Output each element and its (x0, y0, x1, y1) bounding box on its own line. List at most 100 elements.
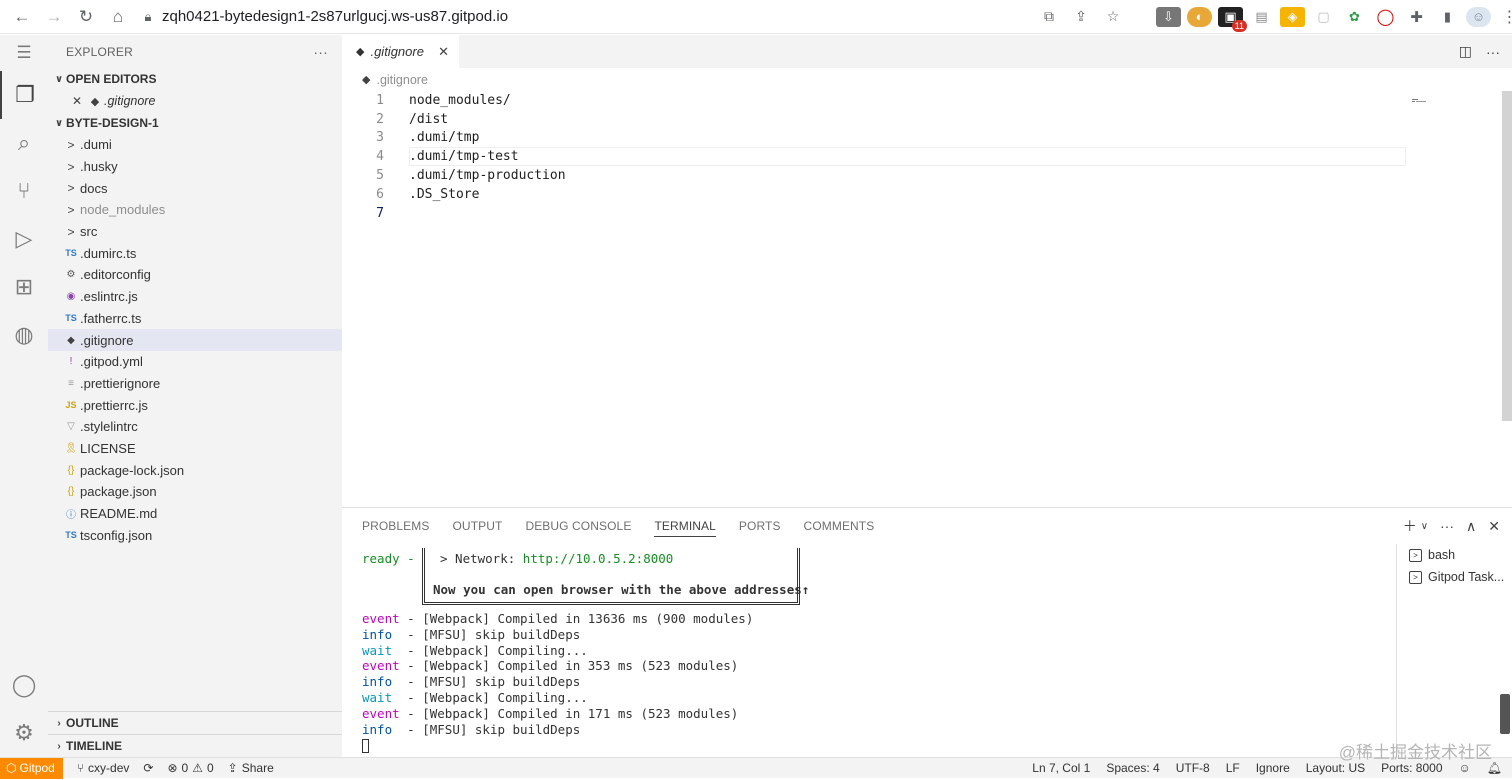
editor-more-icon[interactable]: ··· (1486, 44, 1500, 60)
breadcrumb[interactable]: ◆ .gitignore (342, 68, 1512, 91)
file-item[interactable]: ⓘ README.md (48, 503, 342, 525)
extensions-icon[interactable]: ⊞ (0, 263, 48, 311)
account-icon[interactable]: ◯ (0, 661, 48, 709)
cursor-position[interactable]: Ln 7, Col 1 (1032, 761, 1090, 775)
file-item[interactable]: TS tsconfig.json (48, 524, 342, 546)
folder-item[interactable]: > .dumi (48, 134, 342, 156)
explorer-more-icon[interactable]: ··· (313, 44, 328, 60)
folder-item[interactable]: > node_modules (48, 199, 342, 221)
folder-item[interactable]: > src (48, 221, 342, 243)
side-panel-icon[interactable]: ▮ (1435, 7, 1460, 27)
code-line[interactable]: 6 .DS_Store (342, 185, 1406, 204)
terminal-dropdown-icon[interactable]: ∨ (1421, 521, 1428, 532)
home-button[interactable]: ⌂ (102, 2, 134, 32)
explorer-files-icon[interactable]: ❐ (0, 71, 48, 119)
address-bar[interactable]: 🔒︎ zqh0421-bytedesign1-2s87urlgucj.ws-us… (136, 2, 1126, 32)
split-editor-icon[interactable]: ◫ (1459, 43, 1472, 60)
code-line[interactable]: 3 .dumi/tmp (342, 129, 1406, 148)
timeline-section[interactable]: › TIMELINE (48, 734, 342, 757)
file-item[interactable]: ◆ .gitignore (48, 329, 342, 351)
file-item[interactable]: ▽ .stylelintrc (48, 416, 342, 438)
terminal-output[interactable]: ready - > Network: http://10.0.5.2:8000 … (362, 548, 1392, 753)
code-line[interactable]: 4 .dumi/tmp-test (342, 147, 1406, 166)
folder-item[interactable]: > docs (48, 177, 342, 199)
close-tab-icon[interactable]: ✕ (438, 44, 449, 60)
colorful-extension-icon[interactable]: ◐ (1187, 6, 1212, 27)
settings-gear-icon[interactable]: ⚙ (0, 709, 48, 757)
orange-extension-icon[interactable]: ◈ (1280, 6, 1305, 27)
source-control-icon[interactable]: ⑂ (0, 167, 48, 215)
bookmark-star-icon[interactable]: ☆ (1100, 8, 1126, 25)
code-editor[interactable]: 1 node_modules/2/dist 3 .dumi/tmp 4 .dumi/tmp… (342, 91, 1406, 223)
reload-button[interactable]: ↻ (70, 2, 102, 32)
language-mode[interactable]: Ignore (1256, 761, 1290, 775)
back-button[interactable]: ← (6, 2, 38, 32)
green-extension-icon[interactable]: ✿ (1342, 7, 1367, 27)
close-panel-icon[interactable]: ✕ (1488, 518, 1500, 535)
indentation[interactable]: Spaces: 4 (1106, 761, 1159, 775)
maximize-panel-icon[interactable]: ∧ (1466, 518, 1476, 535)
sync-status[interactable]: ⟳ (143, 761, 153, 775)
minimap[interactable] (1412, 92, 1428, 102)
share-status[interactable]: ⇪ Share (228, 761, 274, 775)
share-icon[interactable]: ⇪ (1068, 8, 1094, 25)
project-folder-header[interactable]: ∨ BYTE-DESIGN-1 (48, 112, 342, 134)
feedback-icon[interactable]: ☺ (1459, 761, 1471, 775)
code-line[interactable]: 1 node_modules/ (342, 91, 1406, 110)
terminal-scrollbar[interactable] (1500, 694, 1510, 734)
file-item[interactable]: 🎗 LICENSE (48, 438, 342, 460)
install-app-icon[interactable]: ⧉ (1036, 8, 1062, 25)
terminal-item-bash[interactable]: > bash (1397, 544, 1512, 566)
panel-tab-output[interactable]: OUTPUT (453, 508, 503, 544)
file-item[interactable]: ≡ .prettierignore (48, 373, 342, 395)
ports-status[interactable]: Ports: 8000 (1381, 761, 1442, 775)
file-item[interactable]: ! .gitpod.yml (48, 351, 342, 373)
document-extension-icon[interactable]: ▤ (1249, 7, 1274, 27)
file-item[interactable]: {} package-lock.json (48, 459, 342, 481)
panel-tab-ports[interactable]: PORTS (739, 508, 781, 544)
forward-button[interactable]: → (38, 2, 70, 32)
close-icon[interactable]: ✕ (72, 94, 86, 108)
file-item[interactable]: {} package.json (48, 481, 342, 503)
network-url[interactable]: http://10.0.5.2:8000 (523, 551, 674, 566)
puzzle-extensions-icon[interactable]: ✚ (1404, 7, 1429, 27)
file-item[interactable]: TS .dumirc.ts (48, 242, 342, 264)
file-item[interactable]: JS .prettierrc.js (48, 394, 342, 416)
new-terminal-icon[interactable]: ＋ (1403, 516, 1417, 536)
end-of-line[interactable]: LF (1226, 761, 1240, 775)
file-item[interactable]: TS .fatherrc.ts (48, 308, 342, 330)
file-item[interactable]: ⚙ .editorconfig (48, 264, 342, 286)
code-line[interactable]: 7 (342, 204, 1406, 223)
outline-section[interactable]: › OUTLINE (48, 711, 342, 734)
menu-icon[interactable]: ☰ (0, 35, 48, 71)
problems-status[interactable]: ⊗ 0 ⚠ 0 (167, 761, 213, 775)
url-text[interactable]: zqh0421-bytedesign1-2s87urlgucj.ws-us87.… (162, 8, 508, 25)
encoding[interactable]: UTF-8 (1176, 761, 1210, 775)
terminal-item-gitpod-task[interactable]: > Gitpod Task... (1397, 566, 1512, 588)
panel-more-icon[interactable]: ··· (1440, 518, 1454, 534)
branch-status[interactable]: ⑂ cxy-dev (77, 761, 130, 775)
code-line[interactable]: 5 .dumi/tmp-production (342, 166, 1406, 185)
panel-tab-problems[interactable]: PROBLEMS (362, 508, 430, 544)
panel-tab-debug-console[interactable]: DEBUG CONSOLE (525, 508, 631, 544)
open-editors-header[interactable]: ∨ OPEN EDITORS (48, 68, 342, 90)
panel-tab-terminal[interactable]: TERMINAL (654, 515, 716, 537)
run-debug-icon[interactable]: ▷ (0, 215, 48, 263)
search-icon[interactable]: ⌕ (0, 119, 48, 167)
editor-tab-gitignore[interactable]: ◆ .gitignore ✕ (342, 35, 460, 68)
breadcrumb-file[interactable]: .gitignore (376, 73, 427, 87)
gitpod-status[interactable]: ⬡ Gitpod (0, 757, 63, 779)
code-line[interactable]: 2/dist (342, 110, 1406, 129)
notifications-bell-icon[interactable]: 🔔︎ (1487, 761, 1502, 775)
keyboard-layout[interactable]: Layout: US (1306, 761, 1365, 775)
badge-extension-icon[interactable]: ▣ 11 (1218, 6, 1247, 32)
opera-extension-icon[interactable]: ◯ (1373, 7, 1398, 27)
panel-tab-comments[interactable]: COMMENTS (804, 508, 875, 544)
download-extension-icon[interactable]: ⇩ (1156, 6, 1181, 27)
folder-item[interactable]: > .husky (48, 156, 342, 178)
file-item[interactable]: ◉ .eslintrc.js (48, 286, 342, 308)
profile-avatar-icon[interactable]: ☺ (1466, 6, 1491, 27)
blank-extension-icon[interactable]: ▢ (1311, 7, 1336, 27)
editor-scrollbar[interactable] (1502, 91, 1512, 421)
open-editor-item[interactable]: ✕ ◆ .gitignore (48, 90, 342, 112)
